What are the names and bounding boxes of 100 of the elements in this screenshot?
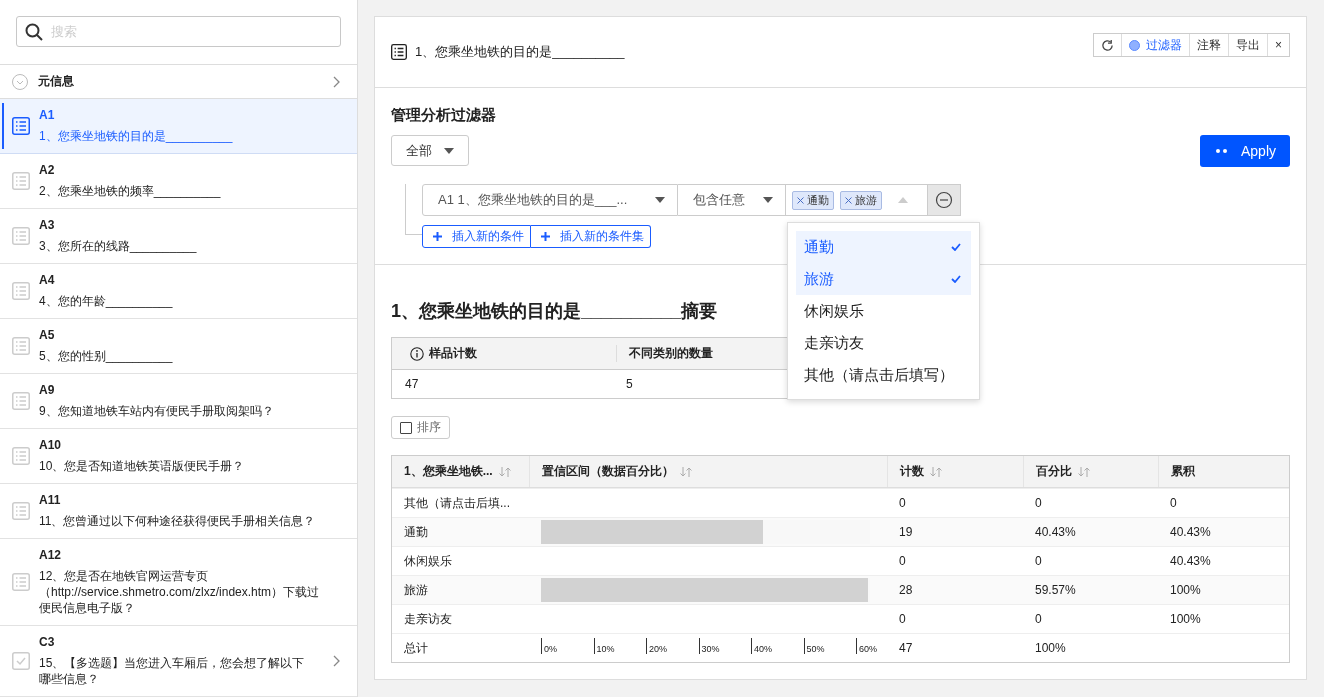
table-cell-text: 59.57% — [1034, 582, 1077, 599]
column-header[interactable]: 百分比 — [1023, 456, 1158, 487]
table-cell-text: 0 — [1034, 553, 1043, 570]
question-item[interactable]: A10 10、您是否知道地铁英语版便民手册？ — [0, 429, 357, 484]
table-cell-text: 0 — [898, 553, 907, 570]
table-cell-text: 40.43% — [1169, 553, 1212, 570]
question-title: 11、您曾通过以下何种途径获得便民手册相关信息？ — [39, 513, 317, 529]
question-title: 12、您是否在地铁官网运营专页（http://service.shmetro.com/zlxz/index.htm）下载过便民信息电子版？ — [39, 568, 321, 616]
question-item[interactable]: A12 12、您是否在地铁官网运营专页（http://service.shmetro.com/zlxz/index.htm）下载过便民信息电子版？ — [0, 539, 357, 626]
meta-label: 元信息 — [38, 73, 75, 90]
table-cell-text: 旅游 — [403, 581, 429, 599]
table-cell-text: 0 — [898, 611, 907, 628]
table-cell-text: 47 — [898, 640, 914, 657]
axis-tick-label: 30% — [698, 638, 726, 654]
list-icon — [12, 573, 30, 591]
search-icon — [25, 23, 43, 41]
chevron-right-icon — [333, 75, 341, 88]
question-code: A12 — [39, 548, 62, 562]
question-code: A10 — [39, 438, 62, 452]
column-header[interactable]: 计数 — [887, 456, 1023, 487]
axis-tick-label: 10% — [593, 638, 621, 654]
chevron-circle-icon — [12, 73, 28, 90]
table-cell-text: 通勤 — [403, 523, 429, 541]
axis-tick-label: 0% — [541, 638, 568, 654]
plus-icon — [541, 232, 550, 241]
table-cell-text: 100% — [1034, 640, 1067, 657]
sort-icon — [498, 466, 511, 477]
question-code: A3 — [39, 218, 56, 232]
question-code: A2 — [39, 163, 56, 177]
table-cell-text: 0 — [1034, 611, 1043, 628]
insert-button[interactable]: 插入新的条件 — [422, 225, 531, 248]
table-cell-text: 休闲娱乐 — [403, 552, 453, 570]
scope-dropdown[interactable]: 全部 — [391, 135, 469, 166]
table-cell-text: 总计 — [403, 639, 429, 657]
panel-title: 1、您乘坐地铁的目的是__________ — [415, 43, 626, 61]
check-icon — [951, 275, 961, 283]
table-cell-text: 0 — [898, 495, 907, 512]
dropdown-option[interactable]: 休闲娱乐 — [796, 295, 971, 327]
table-cell-text: 其他（请点击后填... — [403, 494, 511, 512]
list-icon — [12, 337, 30, 355]
checkbox-icon — [12, 652, 30, 670]
table-cell-text: 28 — [898, 582, 914, 599]
list-icon — [12, 282, 30, 300]
list-icon — [12, 117, 30, 135]
summary-title: 1、您乘坐地铁的目的是__________摘要 — [391, 300, 718, 323]
table-cell-text: 40.43% — [1169, 524, 1212, 541]
table-cell-text: 40.43% — [1034, 524, 1077, 541]
list-icon — [12, 392, 30, 410]
question-title: 2、您乘坐地铁的频率__________ — [39, 183, 222, 199]
values-select[interactable]: 通勤 旅游 — [786, 184, 928, 216]
operator-dropdown[interactable]: 包含任意 — [678, 184, 786, 216]
sort-icon — [1078, 466, 1090, 477]
question-item[interactable]: A9 9、您知道地铁车站内有便民手册取阅架吗？ — [0, 374, 357, 429]
check-icon — [951, 243, 961, 251]
table-cell-text: 19 — [898, 524, 914, 541]
dropdown-option[interactable]: 通勤 — [796, 231, 971, 263]
dropdown-option[interactable]: 其他（请点击后填写） — [796, 359, 971, 391]
table-header: 样品计数 — [429, 345, 477, 362]
table-cell-text: 47 — [404, 377, 420, 391]
table-cell-text: 0 — [1034, 495, 1043, 512]
question-code: A9 — [39, 383, 56, 397]
question-item[interactable]: A1 1、您乘坐地铁的目的是__________ — [0, 99, 357, 154]
table-cell-text: 100% — [1169, 582, 1202, 599]
question-item[interactable]: C3 15、【多选题】当您进入车厢后，您会想了解以下哪些信息？ — [0, 626, 357, 697]
axis-tick-label: 60% — [856, 638, 883, 654]
axis-tick-label: 50% — [803, 638, 831, 654]
list-icon — [12, 447, 30, 465]
filter-heading: 管理分析过滤器 — [391, 106, 497, 125]
table-cell-text: 0 — [1169, 495, 1178, 512]
list-icon — [12, 502, 30, 520]
question-code: A4 — [39, 273, 56, 287]
apply-button[interactable]: Apply — [1199, 135, 1290, 167]
table-cell-text: 100% — [1169, 611, 1202, 628]
question-title: 5、您的性别__________ — [39, 348, 174, 364]
column-header[interactable]: 置信区间（数据百分比） — [529, 456, 887, 487]
list-icon — [391, 44, 407, 60]
question-title: 10、您是否知道地铁英语版便民手册？ — [39, 458, 246, 474]
field-dropdown[interactable]: A1 1、您乘坐地铁的目的是___... — [422, 184, 678, 216]
value-tag[interactable]: 通勤 — [792, 190, 834, 210]
sort-icon — [930, 466, 942, 477]
dropdown-option[interactable]: 旅游 — [796, 263, 971, 295]
question-item[interactable]: A4 4、您的年龄__________ — [0, 264, 357, 319]
question-code: A5 — [39, 328, 56, 342]
insert-button[interactable]: 插入新的条件集 — [531, 225, 651, 248]
question-item[interactable]: A2 2、您乘坐地铁的频率__________ — [0, 154, 357, 209]
column-header: 累积 — [1158, 456, 1289, 487]
question-item[interactable]: A11 11、您曾通过以下何种途径获得便民手册相关信息？ — [0, 484, 357, 539]
column-header[interactable]: 1、您乘坐地铁... — [392, 456, 529, 487]
axis-tick-label: 40% — [751, 638, 778, 654]
remove-icon[interactable] — [845, 196, 852, 204]
question-code: A1 — [39, 108, 56, 122]
question-item[interactable]: A5 5、您的性别__________ — [0, 319, 357, 374]
table-cell-text: 5 — [625, 377, 634, 391]
sort-checkbox[interactable]: 排序 — [391, 416, 450, 439]
value-tag[interactable]: 旅游 — [840, 190, 882, 210]
remove-icon[interactable] — [797, 196, 804, 204]
list-icon — [12, 227, 30, 245]
axis-tick-label: 20% — [646, 638, 673, 654]
question-item[interactable]: A3 3、您所在的线路__________ — [0, 209, 357, 264]
remove-button[interactable] — [928, 184, 961, 216]
